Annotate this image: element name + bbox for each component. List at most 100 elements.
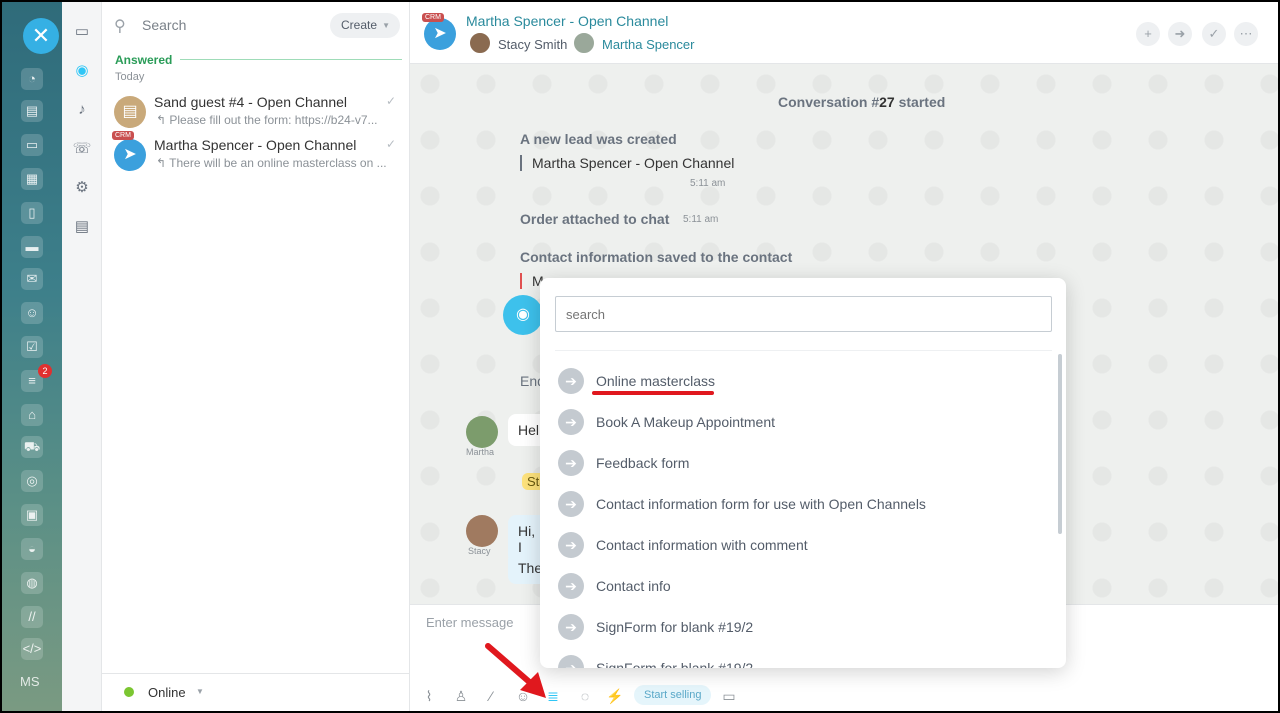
- close-icon[interactable]: ✕: [23, 18, 59, 54]
- started-prefix: Conversation #: [778, 94, 880, 110]
- start-selling-button[interactable]: Start selling: [634, 685, 712, 705]
- feed-icon[interactable]: ▤: [21, 100, 43, 122]
- form-item[interactable]: ➔ SignForm for blank #19/2: [558, 655, 1038, 668]
- calendar-icon[interactable]: ▦: [21, 168, 43, 190]
- arrow-right-icon: ➔: [558, 573, 584, 599]
- conversation-number: 27: [879, 94, 895, 110]
- user-initials[interactable]: MS: [20, 674, 40, 689]
- bell-icon[interactable]: ♪: [72, 100, 92, 120]
- message-input[interactable]: Enter message: [426, 615, 513, 630]
- form-item[interactable]: ➔ SignForm for blank #19/2: [558, 614, 1038, 642]
- annotation-arrow-icon: [485, 643, 546, 698]
- form-item[interactable]: ➔ Feedback form: [558, 450, 1038, 478]
- status-selector[interactable]: Online ▼: [102, 673, 410, 711]
- chat-title: Martha Spencer - Open Channel: [154, 137, 357, 153]
- chat-preview-text: There will be an online masterclass on .…: [169, 156, 387, 170]
- chat-item[interactable]: ➤ CRM Martha Spencer - Open Channel ↰ Th…: [102, 131, 410, 179]
- form-item[interactable]: ➔ Contact information with comment: [558, 532, 1038, 560]
- section-answered: Answered: [115, 53, 173, 67]
- arrow-right-icon: ➔: [558, 614, 584, 640]
- form-label: Contact information form for use with Op…: [596, 496, 926, 512]
- android-icon[interactable]: ◒: [21, 538, 43, 560]
- telegram-icon: ➤: [114, 139, 146, 171]
- crm-tag: CRM: [422, 13, 444, 22]
- chat-title: Sand guest #4 - Open Channel: [154, 94, 348, 110]
- developer-icon[interactable]: </>: [21, 638, 43, 660]
- chevron-down-icon: ▼: [196, 687, 204, 696]
- shop-icon[interactable]: ⛟: [21, 436, 43, 458]
- user-icon[interactable]: ♙: [452, 687, 470, 705]
- drive-icon[interactable]: ▬: [21, 236, 43, 258]
- sender-name: Stacy: [468, 546, 491, 556]
- check-circle-icon[interactable]: ✓: [1202, 22, 1226, 46]
- notes-icon[interactable]: ▤: [72, 217, 92, 237]
- forms-search-input[interactable]: [555, 296, 1052, 332]
- open-channels-icon[interactable]: ◉: [72, 61, 92, 81]
- create-button[interactable]: Create ▼: [330, 13, 400, 38]
- member-name: Stacy Smith: [498, 37, 568, 52]
- avatar: [468, 31, 492, 55]
- chat-item[interactable]: ▤ Sand guest #4 - Open Channel ↰ Please …: [102, 94, 410, 136]
- chat-header: ➤ CRM Martha Spencer - Open Channel Stac…: [410, 2, 1278, 64]
- groups-icon[interactable]: ☺: [21, 302, 43, 324]
- forms-popup: ➔ Online masterclass ➔ Book A Makeup Appoi…: [540, 278, 1066, 668]
- hidden-icon[interactable]: ◌: [576, 687, 594, 705]
- sender-name: Martha: [466, 447, 495, 457]
- chat-icon[interactable]: ▭: [21, 134, 43, 156]
- form-item[interactable]: ➔ Contact information form for use with O…: [558, 491, 1038, 519]
- arrow-right-icon: ➔: [558, 491, 584, 517]
- conversation-started: Conversation #27 started: [778, 94, 945, 110]
- app-sidebar: ✕ ◔ ▤ ▭ ▦ ▯ ▬ ✉ ☺ ☑ ≡ 2 ⌂ ⛟ ◎ ▣ ◒ ◍ // <…: [2, 2, 62, 711]
- messenger-nav: ▭ ◉ ♪ ☏ ⚙ ▤: [62, 2, 102, 711]
- annotation-underline: [592, 391, 714, 395]
- form-label: SignForm for blank #19/2: [596, 660, 754, 668]
- form-label: Online masterclass: [596, 373, 716, 389]
- chat-preview: ↰ There will be an online masterclass on…: [156, 156, 387, 170]
- scrollbar[interactable]: [1058, 354, 1062, 534]
- arrow-right-icon: ➔: [558, 409, 584, 435]
- lightning-icon[interactable]: ⚡: [606, 687, 624, 705]
- chat-bubble-icon[interactable]: ▭: [72, 22, 92, 42]
- form-label: SignForm for blank #19/2: [596, 619, 754, 635]
- started-suffix: started: [894, 94, 946, 110]
- search-placeholder[interactable]: Search: [142, 17, 186, 33]
- automation-icon[interactable]: //: [21, 606, 43, 628]
- avatar[interactable]: [466, 515, 498, 547]
- search-box[interactable]: ⚲ Search: [114, 14, 314, 36]
- activity-icon[interactable]: ◔: [21, 68, 43, 90]
- lead-created-msg: A new lead was created: [520, 131, 677, 147]
- chat-avatar-icon: ▤: [114, 96, 146, 128]
- arrow-right-icon: ➔: [558, 368, 584, 394]
- tasks-icon[interactable]: ☑: [21, 336, 43, 358]
- more-icon[interactable]: ⋯: [1234, 22, 1258, 46]
- read-check-icon: ✓: [385, 137, 396, 151]
- mail-icon[interactable]: ✉: [21, 268, 43, 290]
- online-dot-icon: [124, 687, 134, 697]
- target-icon[interactable]: ◎: [21, 470, 43, 492]
- phone-icon[interactable]: ☏: [72, 139, 92, 159]
- lead-quote[interactable]: Martha Spencer - Open Channel: [520, 155, 734, 171]
- screen-icon[interactable]: ▭: [720, 687, 738, 705]
- form-item[interactable]: ➔ Contact info: [558, 573, 1038, 601]
- company-icon[interactable]: ⌂: [21, 404, 43, 426]
- form-item[interactable]: ➔ Book A Makeup Appointment: [558, 409, 1038, 437]
- arrow-right-icon: ➔: [558, 450, 584, 476]
- avatar[interactable]: [466, 416, 498, 448]
- timestamp: 5:11 am: [683, 214, 719, 225]
- open-channel-icon[interactable]: ◉: [503, 295, 543, 335]
- chat-title[interactable]: Martha Spencer - Open Channel: [466, 13, 668, 29]
- arrow-right-icon: ➔: [558, 532, 584, 558]
- contact-card-icon[interactable]: ▣: [21, 504, 43, 526]
- order-attached-msg: Order attached to chat: [520, 211, 670, 227]
- add-user-icon[interactable]: +: [1136, 22, 1160, 46]
- document-icon[interactable]: ▯: [21, 202, 43, 224]
- form-label: Feedback form: [596, 455, 690, 471]
- chat-preview: ↰ Please fill out the form: https://b24-…: [156, 113, 378, 127]
- chevron-down-icon: ▼: [382, 21, 390, 30]
- form-label: Book A Makeup Appointment: [596, 414, 776, 430]
- status-label: Online: [148, 685, 186, 700]
- database-icon[interactable]: ◍: [21, 572, 43, 594]
- forward-icon[interactable]: ➜: [1168, 22, 1192, 46]
- attach-icon[interactable]: ⌇: [420, 687, 438, 705]
- gear-icon[interactable]: ⚙: [72, 178, 92, 198]
